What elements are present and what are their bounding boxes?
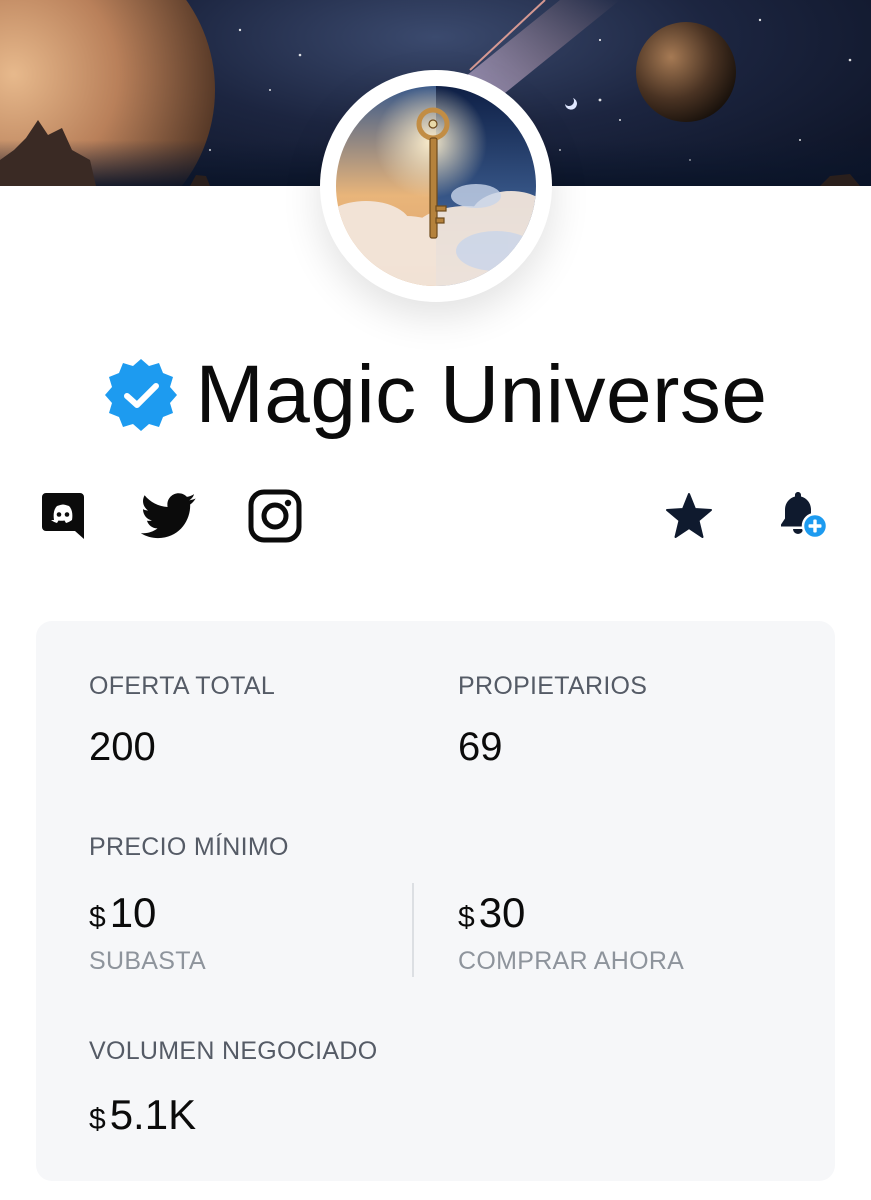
buy-now-price: $ 30 (458, 889, 525, 937)
instagram-link[interactable] (245, 486, 305, 546)
bell-plus-icon (781, 492, 829, 540)
owners-label: PROPIETARIOS (458, 672, 648, 700)
volume-traded: $ 5.1K (89, 1091, 196, 1139)
auction-price: $ 10 (89, 889, 156, 937)
twitter-link[interactable] (139, 486, 199, 546)
verified-badge-icon (105, 359, 178, 431)
twitter-icon (141, 493, 196, 539)
discord-icon (42, 493, 84, 539)
total-supply-label: OFERTA TOTAL (89, 672, 276, 700)
collection-avatar (320, 70, 552, 302)
auction-price-value: 10 (109, 889, 157, 936)
star-icon (666, 493, 712, 538)
total-supply-value: 200 (89, 725, 156, 769)
buy-now-price-value: 30 (478, 889, 526, 936)
instagram-icon (248, 489, 302, 543)
collection-title: Magic Universe (195, 349, 768, 440)
notify-button[interactable] (770, 486, 830, 546)
currency-symbol: $ (458, 901, 475, 934)
currency-symbol: $ (89, 1103, 106, 1136)
buy-now-label: COMPRAR AHORA (458, 947, 685, 975)
favorite-button[interactable] (659, 486, 719, 546)
floor-price-label: PRECIO MÍNIMO (89, 833, 289, 861)
currency-symbol: $ (89, 901, 106, 934)
collection-header: Magic Universe (0, 340, 871, 450)
price-divider (412, 883, 414, 977)
auction-label: SUBASTA (89, 947, 206, 975)
volume-traded-value: 5.1K (109, 1091, 197, 1138)
volume-traded-label: VOLUMEN NEGOCIADO (89, 1037, 378, 1065)
owners-value: 69 (458, 725, 503, 769)
discord-link[interactable] (33, 486, 93, 546)
collection-stats-card: OFERTA TOTAL 200 PROPIETARIOS 69 PRECIO … (36, 621, 835, 1181)
key-in-clouds-image (336, 86, 536, 286)
